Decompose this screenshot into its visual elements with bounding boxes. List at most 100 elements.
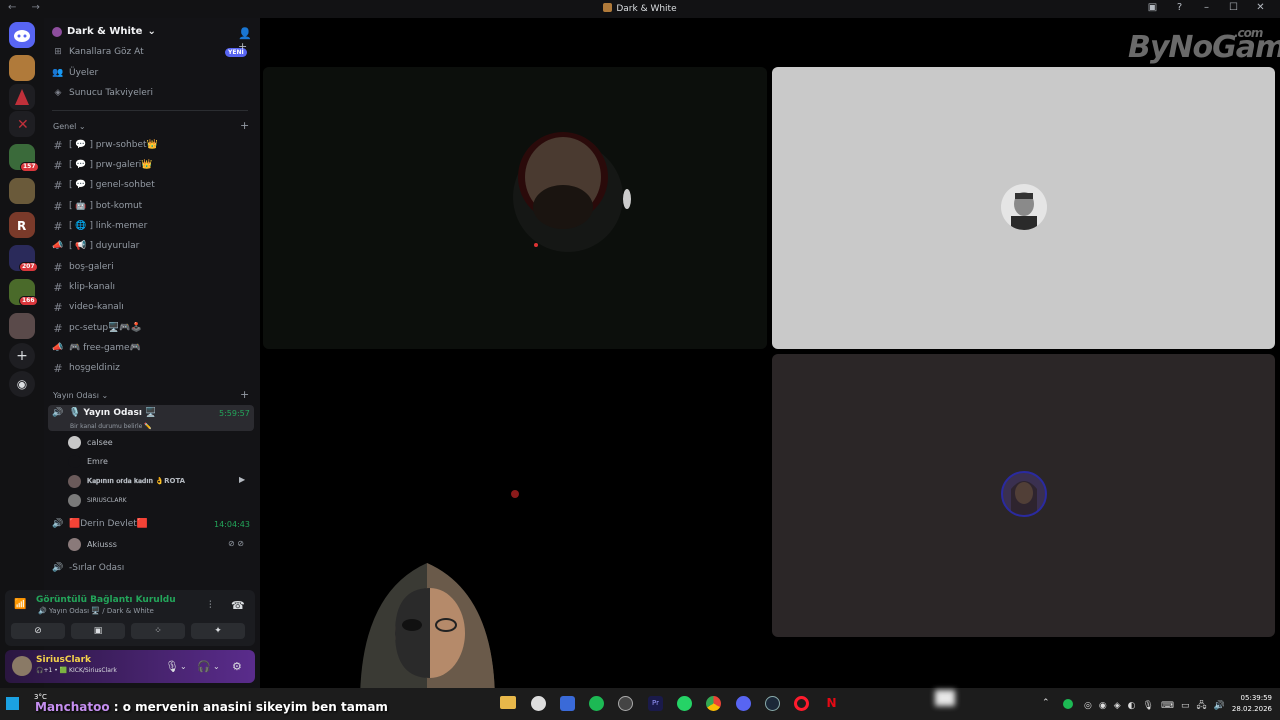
create-channel-icon[interactable]: + <box>240 388 249 401</box>
voice-member[interactable]: Akiusss <box>68 535 117 553</box>
channel-hosgeldiniz[interactable]: # hoşgeldiniz <box>52 359 119 377</box>
minimize-button[interactable]: – <box>1193 2 1220 13</box>
channel-duyurular[interactable]: 📣 [ 📢 ] duyurular <box>52 237 139 255</box>
screen-share-button[interactable]: ▣ <box>71 623 125 639</box>
obs-icon[interactable] <box>618 696 633 711</box>
noise-suppression-icon[interactable]: ⫶ <box>209 600 212 611</box>
channel-video-kanali[interactable]: # video-kanalı <box>52 298 123 316</box>
steam-tray-icon[interactable]: ◐ <box>1128 701 1143 711</box>
channel-klip-kanali[interactable]: # klip-kanalı <box>52 278 115 296</box>
channel-label: pc-setup🖥️🎮🕹️ <box>69 323 142 333</box>
camera-off-button[interactable]: ⊘ <box>11 623 65 639</box>
steam-icon[interactable] <box>765 696 780 711</box>
server-icon-r[interactable]: R <box>9 212 35 238</box>
category-yayin-odasi[interactable]: Yayın Odası ⌄ <box>53 391 108 400</box>
item-label: Üyeler <box>69 68 99 78</box>
whatsapp-icon[interactable] <box>677 696 692 711</box>
server-icon-red[interactable] <box>9 84 35 110</box>
spotify-icon[interactable] <box>589 696 604 711</box>
tray-icon-group: ◎◉◈◐🎙⌨▭🖧🔊 <box>1084 698 1232 714</box>
video-tile-user-avatar-1[interactable] <box>772 67 1275 349</box>
discord-taskbar-icon[interactable] <box>736 696 751 711</box>
discord-home-icon[interactable] <box>9 22 35 48</box>
avatar[interactable] <box>12 656 32 676</box>
system-clock[interactable]: 05:39:59 28.02.2026 <box>1232 693 1272 715</box>
channel-prw-sohbet[interactable]: # [ 💬 ] prw-sohbet👑 <box>52 136 157 154</box>
speaking-indicator <box>511 490 519 498</box>
chevron-down-icon[interactable]: ⌄ <box>180 662 187 671</box>
opera-icon[interactable] <box>794 696 809 711</box>
voice-member[interactable]: caIsee <box>68 433 113 451</box>
muted-icons: ⊘ ⊘ <box>228 539 244 548</box>
channel-free-game[interactable]: 📣 🎮 free-game🎮 <box>52 339 140 357</box>
obs-settings-icon[interactable] <box>531 696 546 711</box>
server-icon-folder-2[interactable] <box>9 178 35 204</box>
server-icon-folder-4[interactable] <box>9 313 35 339</box>
voice-channel-derin-devlet[interactable]: 🔊 🟥Derin Devlet🟥 <box>52 515 148 533</box>
inbox-icon[interactable]: ▣ <box>1139 2 1166 13</box>
chevron-down-icon[interactable]: ⌄ <box>213 662 220 671</box>
browse-channels[interactable]: ⊞ Kanallara Göz At <box>52 43 143 61</box>
member-name: 𝐊𝐚𝐩ı𝐧ı𝐧 𝐨𝐫𝐝𝐚 𝐤𝐚𝐝ı𝐧 👌ROTA <box>87 476 186 485</box>
file-explorer-icon[interactable] <box>500 696 516 709</box>
voice-channel-sirlar-odasi[interactable]: 🔊 -Sırlar Odası <box>52 559 124 577</box>
hash-icon: # <box>53 280 63 294</box>
hash-icon: # <box>53 260 63 274</box>
maximize-button[interactable]: ☐ <box>1220 2 1247 13</box>
tray-app-icon[interactable]: ◉ <box>1099 701 1114 711</box>
volume-icon[interactable]: 🔊 <box>1214 701 1232 711</box>
tray-app-icon[interactable]: ◈ <box>1114 701 1128 711</box>
voice-member[interactable]: 𝐊𝐚𝐩ı𝐧ı𝐧 𝐨𝐫𝐝𝐚 𝐤𝐚𝐝ı𝐧 👌ROTA <box>68 472 185 490</box>
channel-label: [ 🌐 ] link-memer <box>69 221 148 231</box>
avatar <box>68 435 81 449</box>
chrome-icon[interactable] <box>706 696 721 711</box>
channel-bos-galeri[interactable]: # boş-galeri <box>52 258 113 276</box>
activities-button[interactable]: ⁘ <box>131 623 185 639</box>
settings-gear-icon[interactable]: ⚙ <box>232 660 242 673</box>
speaker-icon: 🔊 <box>52 563 64 573</box>
chevron-up-icon[interactable]: ⌃ <box>1042 698 1050 708</box>
category-genel[interactable]: Genel ⌄ <box>53 122 86 131</box>
create-channel-icon[interactable]: + <box>240 119 249 132</box>
microphone-tray-icon[interactable]: 🎙 <box>1143 701 1161 711</box>
username[interactable]: SiriusClark <box>36 655 91 665</box>
boosts-link[interactable]: ◈ Sunucu Takviyeleri <box>52 84 153 102</box>
spotify-tray-icon[interactable] <box>1063 699 1073 709</box>
disconnect-icon[interactable]: ☎ <box>231 599 245 612</box>
channel-prw-galeri[interactable]: # [ 💬 ] prw-galeri👑 <box>52 156 152 174</box>
video-tile-empty[interactable] <box>263 354 767 637</box>
channel-pc-setup[interactable]: # pc-setup🖥️🎮🕹️ <box>52 319 142 337</box>
chat-username: Manchatoo <box>35 700 110 714</box>
avatar <box>68 493 81 507</box>
video-tile-user-avatar-2[interactable] <box>772 354 1275 637</box>
netflix-icon[interactable]: N <box>824 696 839 711</box>
members-link[interactable]: 👥 Üyeler <box>52 64 98 82</box>
help-icon[interactable]: ? <box>1166 2 1193 13</box>
taskbar-highlight <box>935 690 955 706</box>
windows-start-icon[interactable] <box>6 697 19 710</box>
voice-member[interactable]: SIRIUSCLARK <box>68 491 127 509</box>
network-icon[interactable]: 🖧 <box>1196 701 1213 711</box>
voice-member[interactable]: Emre <box>68 452 108 470</box>
discover-icon[interactable]: ◉ <box>9 371 35 397</box>
tray-app-icon[interactable]: ◎ <box>1084 701 1099 711</box>
server-icon-x[interactable]: ✕ <box>9 111 35 137</box>
voice-status-title[interactable]: Görüntülü Bağlantı Kuruldu <box>36 595 176 605</box>
soundboard-button[interactable]: ✦ <box>191 623 245 639</box>
premiere-icon[interactable]: Pr <box>648 696 663 711</box>
add-server-icon[interactable]: + <box>9 343 35 369</box>
channel-bot-komut[interactable]: # [ 🤖 ] bot-komut <box>52 197 142 215</box>
server-header[interactable]: Dark & White ⌄ <box>52 26 156 37</box>
server-icon-dark-white[interactable] <box>9 55 35 81</box>
app-icon-blue[interactable] <box>560 696 575 711</box>
video-tile-camera[interactable] <box>263 67 767 349</box>
channel-genel-sohbet[interactable]: # [ 💬 ] genel-sohbet <box>52 176 154 194</box>
notifications-icon[interactable]: ▭ <box>1181 701 1197 711</box>
browse-channels-icon: ⊞ <box>54 47 62 57</box>
hash-icon: # <box>53 178 63 192</box>
keyboard-icon[interactable]: ⌨ <box>1161 701 1181 711</box>
channel-link-memer[interactable]: # [ 🌐 ] link-memer <box>52 217 147 235</box>
headphones-icon[interactable]: 🎧 <box>197 660 211 673</box>
close-button[interactable]: ✕ <box>1247 2 1274 13</box>
microphone-icon[interactable]: 🎙 <box>165 660 179 673</box>
